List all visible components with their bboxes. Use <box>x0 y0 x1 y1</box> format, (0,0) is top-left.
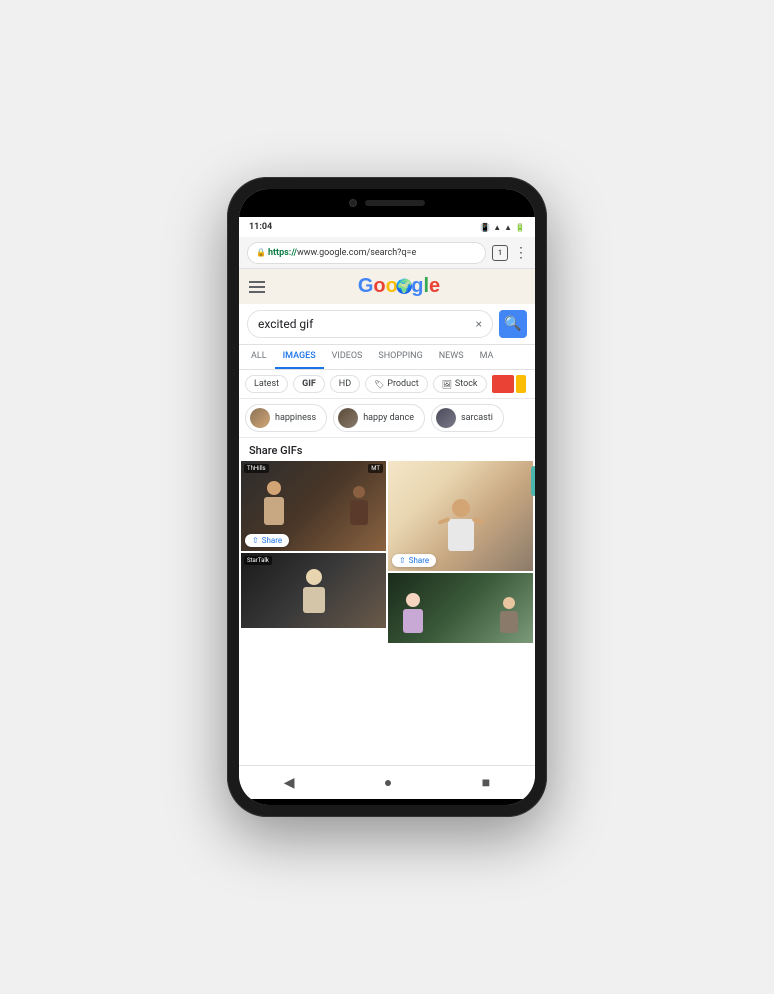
phone-bottom-hardware <box>239 799 535 805</box>
chip-happy-dance[interactable]: happy dance <box>333 404 425 432</box>
filter-gif-label: GIF <box>302 379 316 389</box>
browser-menu-button[interactable]: ⋮ <box>514 246 527 260</box>
tab-shopping[interactable]: SHOPPING <box>370 345 430 369</box>
tab-videos[interactable]: VIDEOS <box>324 345 371 369</box>
clear-search-button[interactable]: × <box>476 317 482 331</box>
google-logo: G o o 🌍 g l e <box>273 275 525 298</box>
gif-column-left: ThHills MT ⇧ <box>241 461 386 643</box>
status-icons: 📳 ▲ ▲ 🔋 <box>480 223 525 232</box>
lock-icon: 🔒 <box>256 248 266 257</box>
search-tabs: ALL IMAGES VIDEOS SHOPPING NEWS MA <box>239 345 535 370</box>
phone-top-hardware <box>239 189 535 217</box>
chip-happiness-label: happiness <box>275 413 316 423</box>
filter-hd[interactable]: HD <box>330 375 360 393</box>
color-filter[interactable] <box>492 375 526 393</box>
phone-device: 11:04 📳 ▲ ▲ 🔋 🔒 https:// www.google.com/… <box>227 177 547 817</box>
tab-more[interactable]: MA <box>472 345 502 369</box>
url-domain: www.google.com/search?q=e <box>297 248 416 258</box>
tab-all[interactable]: ALL <box>243 345 275 369</box>
filter-latest-label: Latest <box>254 379 279 389</box>
search-input-container[interactable]: excited gif × <box>247 310 493 338</box>
filter-stock[interactable]: 🖼 Stock <box>433 375 487 393</box>
phone-screen: 11:04 📳 ▲ ▲ 🔋 🔒 https:// www.google.com/… <box>239 189 535 805</box>
wifi-icon: ▲ <box>504 223 512 232</box>
url-https: https:// <box>268 248 297 258</box>
chip-happiness-avatar <box>250 408 270 428</box>
gif-figure-6 <box>500 597 518 633</box>
search-box[interactable]: excited gif × 🔍 <box>239 304 535 345</box>
search-text: excited gif <box>258 317 476 331</box>
filter-hd-label: HD <box>339 379 351 389</box>
gif-column-right: ⇧ Share <box>388 461 533 643</box>
chip-sarcastic[interactable]: sarcasti <box>431 404 504 432</box>
hamburger-menu-button[interactable] <box>249 281 265 293</box>
chip-happiness[interactable]: happiness <box>245 404 327 432</box>
tab-count-button[interactable]: 1 <box>492 245 508 261</box>
yellow-color-swatch <box>516 375 526 393</box>
back-button[interactable]: ◀ <box>268 771 311 795</box>
gif-item-2[interactable]: ⇧ Share <box>388 461 533 571</box>
chip-happy-dance-label: happy dance <box>363 413 414 423</box>
share-icon-1: ⇧ <box>252 536 259 545</box>
tag-icon: 🏷 <box>374 380 384 389</box>
gif-item-1[interactable]: ThHills MT ⇧ <box>241 461 386 551</box>
gif-figure-2 <box>346 486 371 526</box>
share-gifs-section-header: Share GIFs <box>239 438 535 461</box>
chip-sarcastic-label: sarcasti <box>461 413 493 423</box>
chip-happy-dance-avatar <box>338 408 358 428</box>
url-bar[interactable]: 🔒 https:// www.google.com/search?q=e 1 ⋮ <box>239 237 535 269</box>
gif-item-4[interactable] <box>388 573 533 643</box>
search-icon: 🔍 <box>504 316 521 332</box>
hamburger-line <box>249 286 265 288</box>
status-time: 11:04 <box>249 222 272 232</box>
filter-latest[interactable]: Latest <box>245 375 288 393</box>
hamburger-line <box>249 291 265 293</box>
home-button[interactable]: ● <box>368 770 408 795</box>
signal-icon: ▲ <box>493 223 501 232</box>
chip-sarcastic-avatar <box>436 408 456 428</box>
camera-dot <box>349 199 357 207</box>
battery-icon: 🔋 <box>515 223 525 232</box>
filter-stock-label: Stock <box>455 379 478 389</box>
gif-figure-3 <box>303 569 325 613</box>
url-actions: 1 ⋮ <box>492 245 527 261</box>
share-label-2: Share <box>409 556 429 565</box>
share-button-1[interactable]: ⇧ Share <box>245 534 289 547</box>
section-title-text: Share GIFs <box>249 444 302 457</box>
filter-product-label: Product <box>387 379 418 389</box>
speaker-grille <box>365 200 425 206</box>
suggestion-chips: happiness happy dance sarcasti <box>239 399 535 438</box>
gif-figure-1 <box>261 481 286 526</box>
share-icon-2: ⇧ <box>399 556 406 565</box>
tab-images[interactable]: IMAGES <box>275 345 324 369</box>
gif-figure-4 <box>448 499 474 551</box>
gif-bg-2: ⇧ Share <box>388 461 533 571</box>
gif-label-3: StarTalk <box>244 556 272 565</box>
phone-nav-bar: ◀ ● ■ <box>239 765 535 799</box>
chrome-edge-tab <box>531 466 535 496</box>
gif-label-1: ThHills <box>244 464 269 473</box>
share-label-1: Share <box>262 536 282 545</box>
gif-grid: ThHills MT ⇧ <box>239 461 535 643</box>
google-header: G o o 🌍 g l e <box>239 269 535 304</box>
vibrate-icon: 📳 <box>480 223 490 232</box>
status-bar: 11:04 📳 ▲ ▲ 🔋 <box>239 217 535 237</box>
search-button[interactable]: 🔍 <box>499 310 527 338</box>
filter-gif[interactable]: GIF <box>293 375 325 393</box>
recent-apps-button[interactable]: ■ <box>466 770 506 795</box>
gif-figure-5 <box>403 593 423 633</box>
gif-channel-badge: MT <box>368 464 383 473</box>
url-input[interactable]: 🔒 https:// www.google.com/search?q=e <box>247 242 486 264</box>
filter-product[interactable]: 🏷 Product <box>365 375 428 393</box>
tab-news[interactable]: NEWS <box>431 345 472 369</box>
hamburger-line <box>249 281 265 283</box>
gif-item-3[interactable]: StarTalk <box>241 553 386 628</box>
browser-viewport[interactable]: G o o 🌍 g l e <box>239 269 535 765</box>
share-button-2[interactable]: ⇧ Share <box>392 554 436 567</box>
red-color-swatch <box>492 375 514 393</box>
filter-bar: Latest GIF HD 🏷 Product 🖼 Stock <box>239 370 535 399</box>
image-icon: 🖼 <box>442 380 452 389</box>
